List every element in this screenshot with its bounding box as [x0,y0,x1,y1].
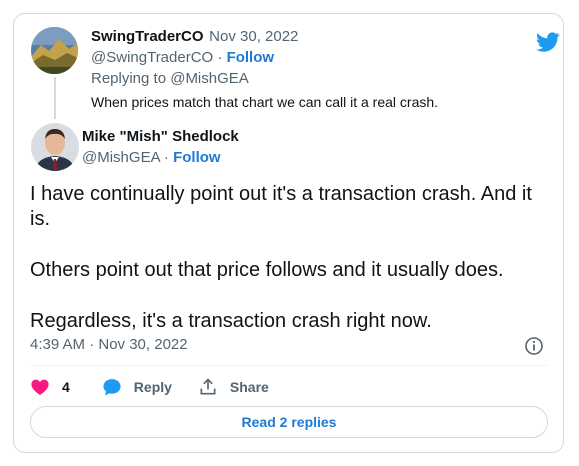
main-author-handle[interactable]: @MishGEA [82,149,160,166]
reply-date-text[interactable]: Nov 30, 2022 [209,28,298,45]
replying-to-label[interactable]: Replying to @MishGEA [91,70,249,87]
avatar-mishgea[interactable] [31,123,79,171]
twitter-logo-icon[interactable] [536,30,560,54]
main-tweet-text: I have continually point out it's a tran… [30,182,550,360]
action-bar: 4 Reply Share [30,376,295,398]
tweet-paragraph: Others point out that price follows and … [30,259,504,281]
tweet-paragraph: I have continually point out it's a tran… [30,183,532,230]
reply-author-name[interactable]: SwingTraderCO [91,28,204,45]
reply-tweet-text: When prices match that chart we can call… [91,94,439,110]
read-replies-button[interactable]: Read 2 replies [30,406,548,438]
tweet-paragraph: Regardless, it's a transaction crash rig… [30,310,432,332]
tweet-timestamp[interactable]: 4:39 AM · Nov 30, 2022 [30,336,188,353]
share-button[interactable]: Share [198,377,269,397]
follow-swingtraderco-button[interactable]: Follow [227,49,275,66]
main-author-name[interactable]: Mike "Mish" Shedlock [82,128,239,145]
tweet-card: SwingTraderCO · Nov 30, 2022 @SwingTrade… [13,13,564,453]
reply-author-handle[interactable]: @SwingTraderCO [91,49,213,66]
reply-date[interactable]: · Nov 30, 2022 [200,28,298,45]
heart-icon [31,379,49,395]
follow-mishgea-button[interactable]: Follow [173,149,221,166]
reply-label: Reply [133,379,172,395]
reply-bubble-icon [103,379,121,396]
reply-handle-row: @SwingTraderCO · Follow [91,49,275,66]
divider [30,365,548,366]
info-icon[interactable] [524,336,544,356]
thread-connector-line [54,77,56,119]
share-icon [200,378,216,395]
like-button[interactable]: 4 [30,377,70,397]
main-handle-row: @MishGEA · Follow [82,149,221,166]
share-label: Share [229,379,269,395]
reply-button[interactable]: Reply [102,377,172,397]
like-count: 4 [62,379,70,395]
avatar-swingtraderco[interactable] [31,27,78,74]
